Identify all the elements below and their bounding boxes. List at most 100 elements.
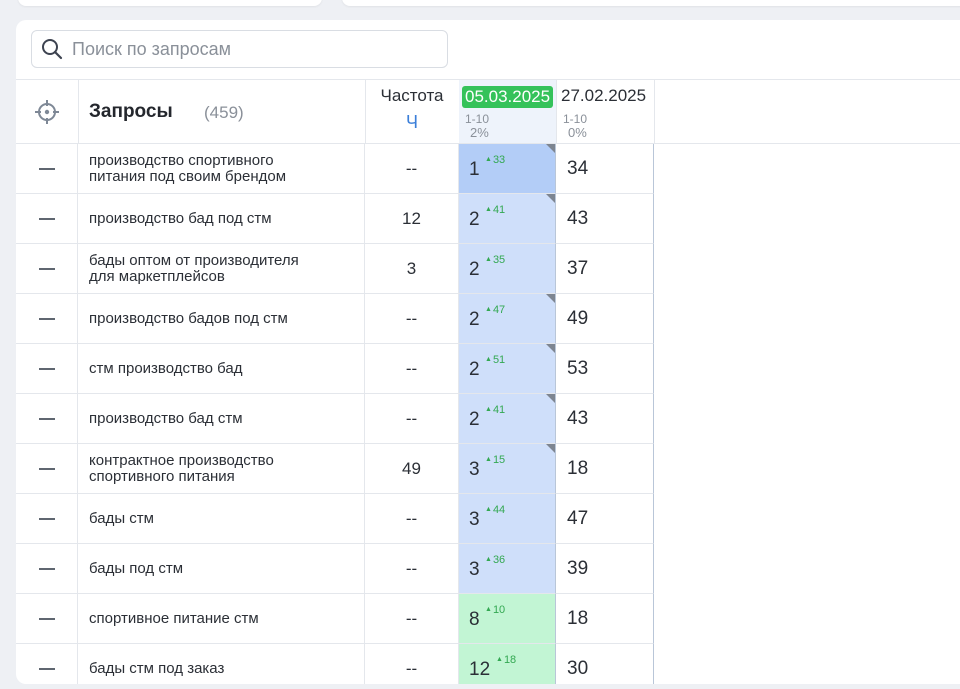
row-toggle[interactable] (16, 594, 78, 644)
row-position-current[interactable]: 2 ▲51 (459, 344, 556, 394)
dash-icon[interactable] (38, 517, 55, 520)
row-query-cell[interactable]: производство спортивного питания под сво… (78, 144, 365, 194)
comment-marker-icon[interactable] (546, 194, 555, 203)
dash-icon[interactable] (38, 417, 55, 420)
row-query-cell[interactable]: производство бадов под стм (78, 294, 365, 344)
dash-icon[interactable] (38, 167, 55, 170)
table-row[interactable]: производство спортивного питания под сво… (16, 144, 960, 194)
row-toggle[interactable] (16, 444, 78, 494)
row-position-previous[interactable]: 39 (556, 544, 654, 594)
dash-icon[interactable] (38, 567, 55, 570)
row-position-previous[interactable]: 18 (556, 594, 654, 644)
row-position-current[interactable]: 3 ▲36 (459, 544, 556, 594)
table-row[interactable]: спортивное питание стм -- 8 ▲10 18 (16, 594, 960, 644)
position-delta: ▲41 (485, 404, 506, 416)
row-query-cell[interactable]: бады оптом от производителя для маркетпл… (78, 244, 365, 294)
table-row[interactable]: производство бад стм -- 2 ▲41 43 (16, 394, 960, 444)
row-query-text[interactable]: производство спортивного питания под сво… (89, 152, 319, 185)
table-row[interactable]: производство бад под стм 12 2 ▲41 43 (16, 194, 960, 244)
header-date-previous[interactable]: 27.02.2025 1-10 0% (557, 80, 655, 144)
table-row[interactable]: бады оптом от производителя для маркетпл… (16, 244, 960, 294)
row-position-previous[interactable]: 53 (556, 344, 654, 394)
row-position-previous[interactable]: 43 (556, 194, 654, 244)
header-date-current[interactable]: 05.03.2025 1-10 2% (459, 80, 557, 144)
queries-title[interactable]: Запросы (89, 101, 173, 123)
row-position-current[interactable]: 12 ▲18 (459, 644, 556, 684)
row-query-text[interactable]: бады стм под заказ (89, 660, 319, 677)
row-query-cell[interactable]: стм производство бад (78, 344, 365, 394)
row-query-text[interactable]: бады под стм (89, 560, 319, 577)
header-frequency[interactable]: Частота Ч (365, 80, 460, 144)
dash-icon[interactable] (38, 617, 55, 620)
header-queries[interactable]: Запросы (459) (78, 80, 366, 144)
row-toggle[interactable] (16, 644, 78, 684)
search-box[interactable] (31, 30, 448, 68)
row-toggle[interactable] (16, 244, 78, 294)
row-toggle[interactable] (16, 344, 78, 394)
row-position-current[interactable]: 8 ▲10 (459, 594, 556, 644)
row-frequency: -- (365, 344, 459, 394)
row-position-previous[interactable]: 18 (556, 444, 654, 494)
row-query-text[interactable]: бады стм (89, 510, 319, 527)
row-query-cell[interactable]: бады под стм (78, 544, 365, 594)
comment-marker-icon[interactable] (546, 444, 555, 453)
row-position-current[interactable]: 2 ▲41 (459, 194, 556, 244)
row-toggle[interactable] (16, 294, 78, 344)
frequency-type-link[interactable]: Ч (365, 112, 459, 133)
crosshair-icon[interactable] (34, 99, 60, 125)
table-row[interactable]: бады стм под заказ -- 12 ▲18 30 (16, 644, 960, 684)
comment-marker-icon[interactable] (546, 294, 555, 303)
row-query-cell[interactable]: контрактное производство спортивного пит… (78, 444, 365, 494)
row-position-previous[interactable]: 34 (556, 144, 654, 194)
header-target-cell[interactable] (16, 80, 79, 144)
row-position-previous[interactable]: 49 (556, 294, 654, 344)
search-input[interactable] (70, 37, 434, 61)
dash-icon[interactable] (38, 267, 55, 270)
row-query-text[interactable]: производство бадов под стм (89, 310, 319, 327)
row-position-current[interactable]: 2 ▲35 (459, 244, 556, 294)
row-query-text[interactable]: производство бад под стм (89, 210, 319, 227)
table-row[interactable]: производство бадов под стм -- 2 ▲47 49 (16, 294, 960, 344)
frequency-title[interactable]: Частота (365, 86, 459, 106)
row-query-text[interactable]: спортивное питание стм (89, 610, 319, 627)
row-toggle[interactable] (16, 494, 78, 544)
date-previous-label[interactable]: 27.02.2025 (561, 86, 646, 106)
table-row[interactable]: контрактное производство спортивного пит… (16, 444, 960, 494)
dash-icon[interactable] (38, 217, 55, 220)
row-position-previous[interactable]: 47 (556, 494, 654, 544)
row-position-current[interactable]: 3 ▲44 (459, 494, 556, 544)
dash-icon[interactable] (38, 667, 55, 670)
row-position-current[interactable]: 3 ▲15 (459, 444, 556, 494)
row-query-text[interactable]: бады оптом от производителя для маркетпл… (89, 252, 319, 285)
row-position-previous[interactable]: 43 (556, 394, 654, 444)
dash-icon[interactable] (38, 317, 55, 320)
position-delta: ▲47 (485, 304, 506, 316)
comment-marker-icon[interactable] (546, 144, 555, 153)
row-query-cell[interactable]: бады стм (78, 494, 365, 544)
row-toggle[interactable] (16, 144, 78, 194)
table-row[interactable]: бады стм -- 3 ▲44 47 (16, 494, 960, 544)
row-query-text[interactable]: стм производство бад (89, 360, 319, 377)
table-row[interactable]: стм производство бад -- 2 ▲51 53 (16, 344, 960, 394)
comment-marker-icon[interactable] (546, 394, 555, 403)
row-position-previous[interactable]: 30 (556, 644, 654, 684)
row-position-current[interactable]: 2 ▲41 (459, 394, 556, 444)
table-row[interactable]: бады под стм -- 3 ▲36 39 (16, 544, 960, 594)
date-current-badge[interactable]: 05.03.2025 (462, 86, 554, 108)
row-query-cell[interactable]: производство бад стм (78, 394, 365, 444)
dash-icon[interactable] (38, 467, 55, 470)
position-value: 12 (469, 659, 491, 680)
comment-marker-icon[interactable] (546, 344, 555, 353)
row-query-cell[interactable]: производство бад под стм (78, 194, 365, 244)
row-toggle[interactable] (16, 394, 78, 444)
row-query-text[interactable]: производство бад стм (89, 410, 319, 427)
row-query-cell[interactable]: спортивное питание стм (78, 594, 365, 644)
row-position-current[interactable]: 1 ▲33 (459, 144, 556, 194)
dash-icon[interactable] (38, 367, 55, 370)
row-query-text[interactable]: контрактное производство спортивного пит… (89, 452, 319, 485)
row-toggle[interactable] (16, 194, 78, 244)
row-query-cell[interactable]: бады стм под заказ (78, 644, 365, 684)
row-toggle[interactable] (16, 544, 78, 594)
row-position-previous[interactable]: 37 (556, 244, 654, 294)
row-position-current[interactable]: 2 ▲47 (459, 294, 556, 344)
